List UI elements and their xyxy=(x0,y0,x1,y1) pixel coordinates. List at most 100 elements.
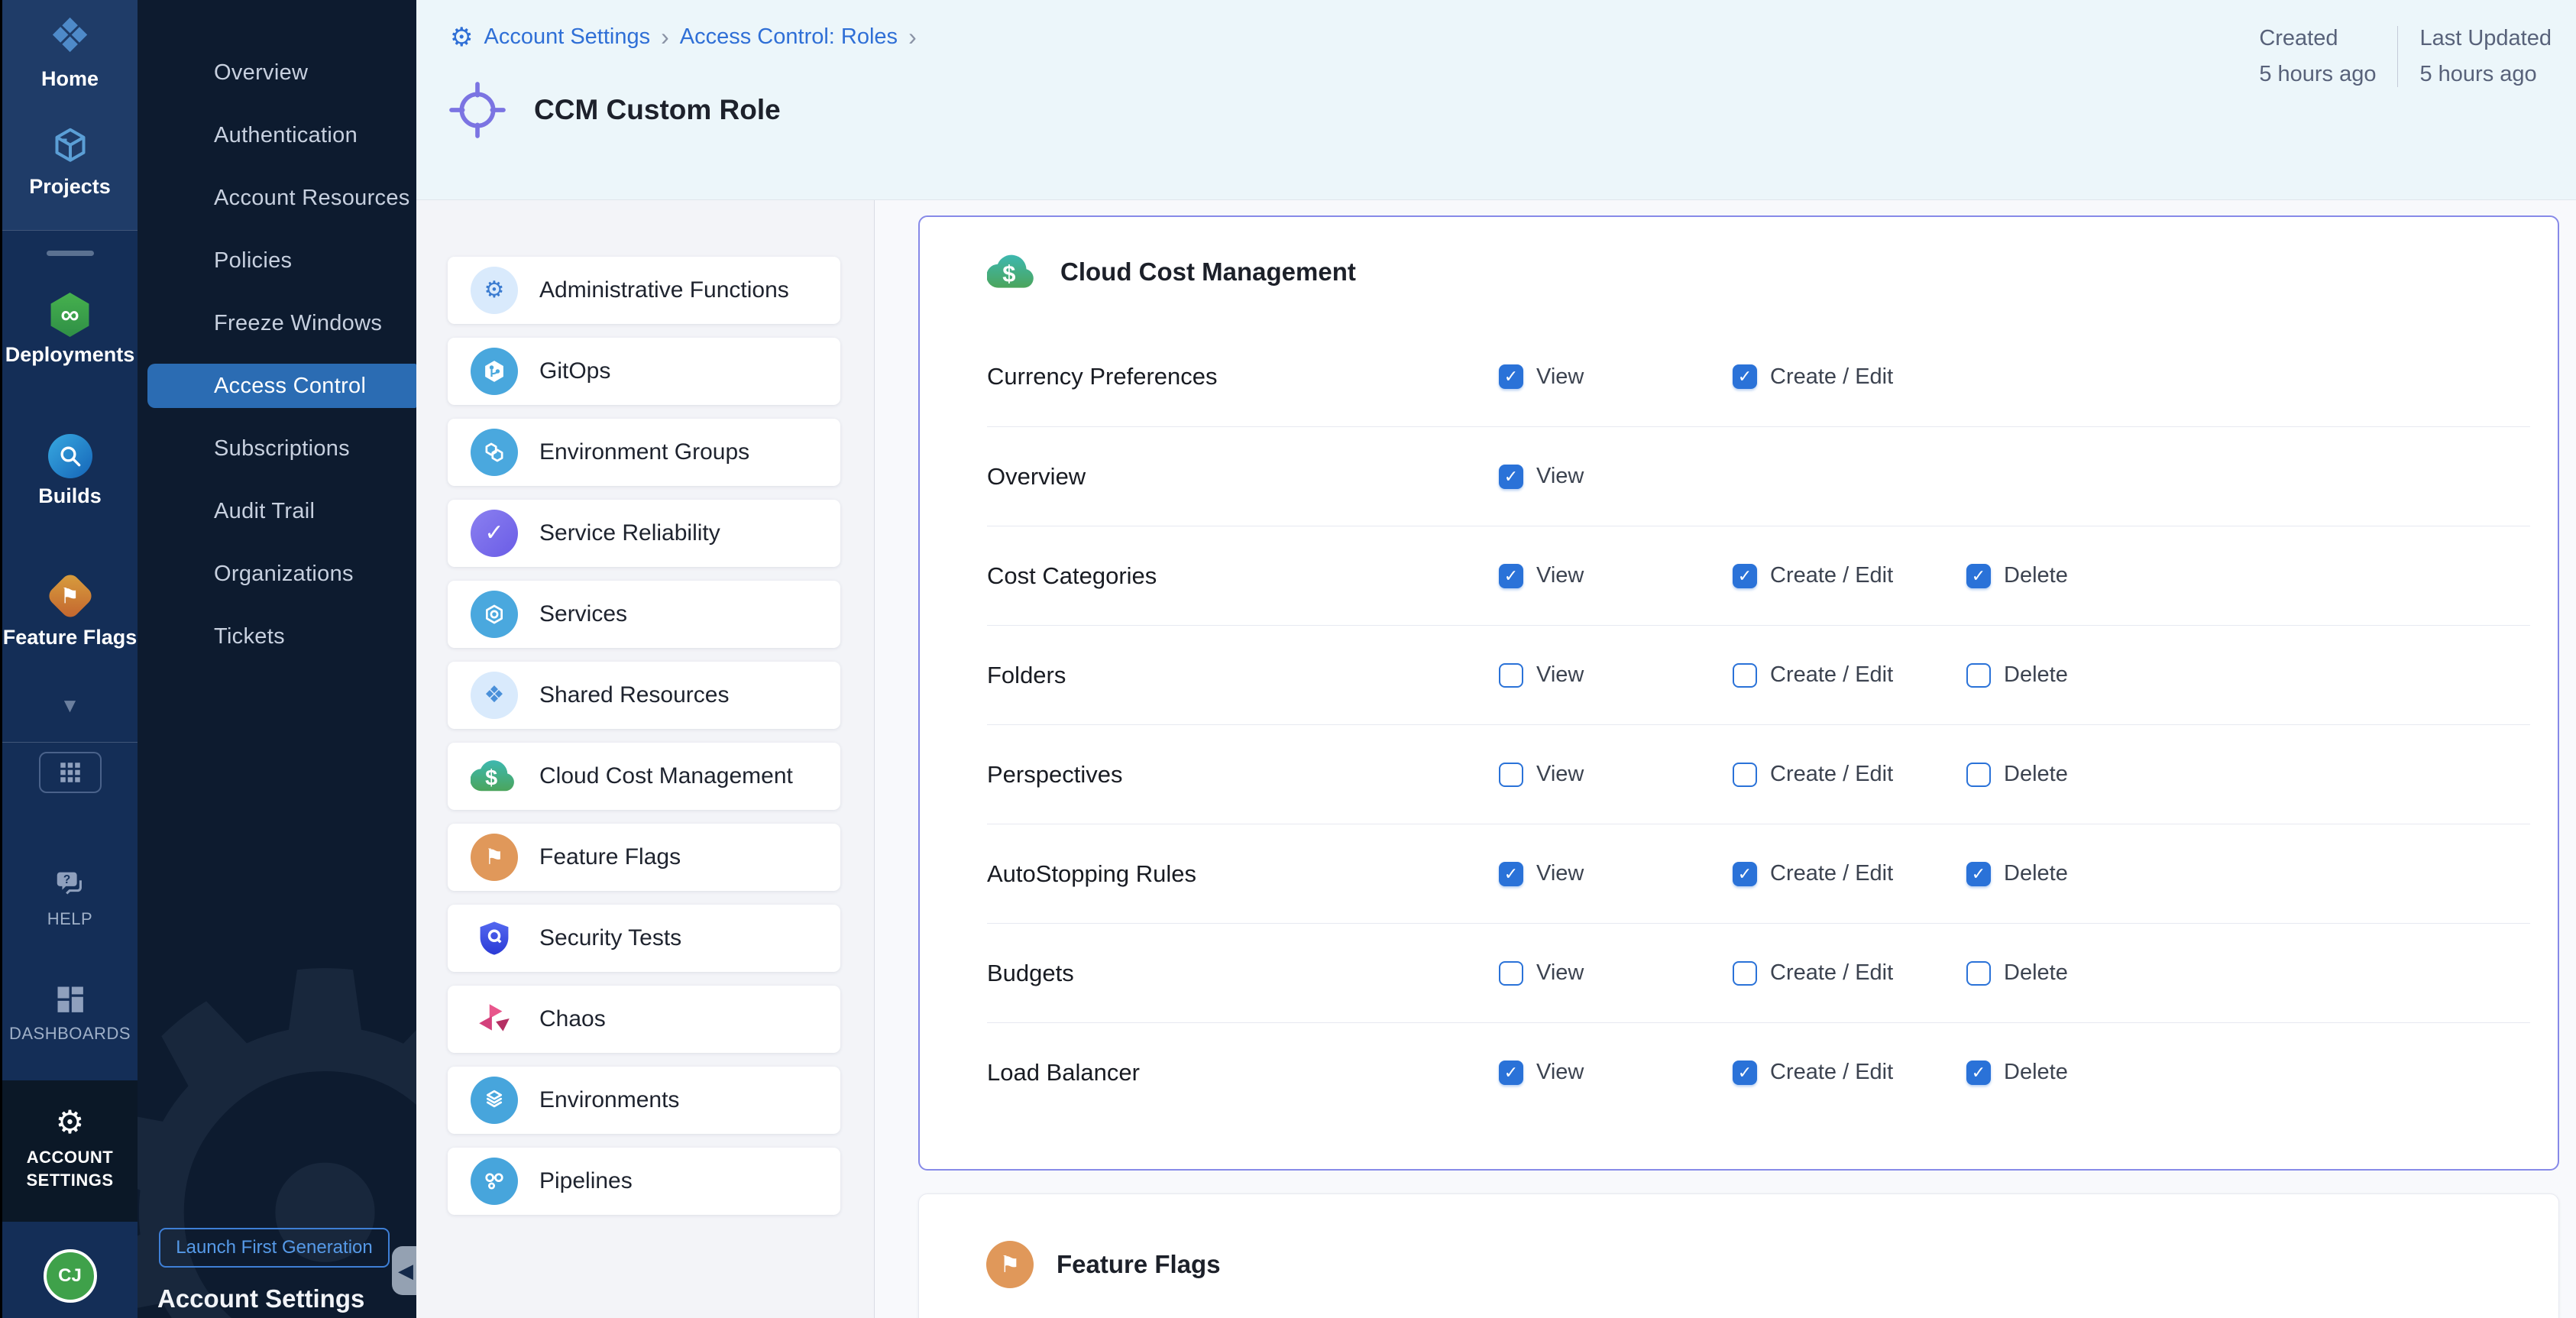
permission-toggle[interactable]: Create / Edit xyxy=(1733,762,1966,787)
rail-item-account-settings[interactable]: ⚙ ACCOUNT SETTINGS xyxy=(2,1080,138,1222)
module-card-shared-resources[interactable]: ❖ Shared Resources xyxy=(448,662,840,729)
module-card-environment-groups[interactable]: Environment Groups xyxy=(448,419,840,486)
permission-toggle[interactable]: View xyxy=(1499,762,1733,787)
checkbox[interactable] xyxy=(1966,663,1991,688)
module-card-environments[interactable]: Environments xyxy=(448,1067,840,1134)
breadcrumb-access-control-roles[interactable]: Access Control: Roles xyxy=(680,24,898,50)
permission-toggle[interactable]: ✓ View xyxy=(1499,563,1733,588)
checkbox[interactable]: ✓ xyxy=(1733,862,1757,886)
rail-item-help[interactable]: ? HELP xyxy=(2,866,138,929)
permission-toggle[interactable]: Delete xyxy=(1966,662,2530,688)
permission-toggle[interactable]: Create / Edit xyxy=(1733,960,1966,986)
breadcrumb: ⚙ Account Settings › Access Control: Rol… xyxy=(450,23,917,51)
subnav-item-access-control[interactable]: Access Control xyxy=(147,364,416,408)
subnav-item-freeze-windows[interactable]: Freeze Windows xyxy=(138,301,416,345)
subnav-item-subscriptions[interactable]: Subscriptions xyxy=(138,426,416,471)
checkbox[interactable]: ✓ xyxy=(1499,364,1523,389)
rail-item-dashboards[interactable]: DASHBOARDS xyxy=(2,983,138,1044)
checkbox[interactable] xyxy=(1499,663,1523,688)
breadcrumb-account-settings[interactable]: Account Settings xyxy=(484,24,650,50)
permission-toggle[interactable]: ✓ View xyxy=(1499,861,1733,886)
module-card-services[interactable]: Services xyxy=(448,581,840,648)
module-card-pipelines[interactable]: Pipelines xyxy=(448,1148,840,1215)
permission-toggle[interactable]: Delete xyxy=(1966,960,2530,986)
checkbox-label: Create / Edit xyxy=(1770,960,1893,986)
module-card-chaos[interactable]: Chaos xyxy=(448,986,840,1053)
rail-item-deployments[interactable]: ∞ Deployments xyxy=(2,293,138,367)
subnav-item-authentication[interactable]: Authentication xyxy=(138,113,416,157)
chevron-down-icon[interactable]: ▼ xyxy=(2,694,138,717)
subnav-item-label: Tickets xyxy=(214,624,285,649)
collapse-sidebar-button[interactable]: ◀ xyxy=(392,1246,416,1295)
permission-toggle[interactable]: ✓ View xyxy=(1499,464,1733,489)
svg-text:$: $ xyxy=(1002,260,1015,287)
permission-toggle[interactable]: ✓ Create / Edit xyxy=(1733,563,1966,588)
module-card-feature-flags[interactable]: ⚑ Feature Flags xyxy=(448,824,840,891)
subnav-item-policies[interactable]: Policies xyxy=(138,238,416,283)
checkbox[interactable] xyxy=(1966,961,1991,986)
checkbox[interactable] xyxy=(1499,763,1523,787)
subnav-item-account-resources[interactable]: Account Resources xyxy=(138,176,416,220)
module-card-service-reliability[interactable]: ✓ Service Reliability xyxy=(448,500,840,567)
module-card-security-shield[interactable]: Security Tests xyxy=(448,905,840,972)
checkbox[interactable]: ✓ xyxy=(1499,564,1523,588)
module-picker-button[interactable] xyxy=(39,752,102,793)
permission-toggle[interactable]: ✓ View xyxy=(1499,1060,1733,1085)
feature-flags-icon: ⚑ xyxy=(471,834,518,881)
permission-toggle[interactable]: ✓ Delete xyxy=(1966,563,2530,588)
checkbox[interactable] xyxy=(1966,763,1991,787)
permission-toggle[interactable]: ✓ Delete xyxy=(1966,1060,2530,1085)
launch-first-generation-button[interactable]: Launch First Generation xyxy=(159,1228,390,1268)
checkbox[interactable] xyxy=(1499,961,1523,986)
checkbox[interactable]: ✓ xyxy=(1733,364,1757,389)
module-card-ccm-cloud[interactable]: $ Cloud Cost Management xyxy=(448,743,840,810)
checkbox[interactable]: ✓ xyxy=(1966,564,1991,588)
checkbox[interactable]: ✓ xyxy=(1499,862,1523,886)
checkbox[interactable]: ✓ xyxy=(1733,564,1757,588)
checkbox[interactable]: ✓ xyxy=(1499,1061,1523,1085)
user-avatar[interactable]: CJ xyxy=(44,1249,97,1303)
permission-row: Perspectives View Create / Edit Delete xyxy=(987,724,2530,824)
permission-toggle[interactable]: Delete xyxy=(1966,762,2530,787)
checkbox[interactable]: ✓ xyxy=(1499,465,1523,489)
role-meta: Created 5 hours ago Last Updated 5 hours… xyxy=(2259,26,2552,87)
permission-cell-view: View xyxy=(1499,762,1733,787)
rail-item-projects[interactable]: Projects xyxy=(2,123,138,199)
checkbox[interactable]: ✓ xyxy=(1966,862,1991,886)
module-card-gitops[interactable]: GitOps xyxy=(448,338,840,405)
permission-toggle[interactable]: ✓ Create / Edit xyxy=(1733,861,1966,886)
checkbox[interactable]: ✓ xyxy=(1966,1061,1991,1085)
checkbox-label: View xyxy=(1536,464,1584,489)
permission-toggle[interactable]: ✓ Delete xyxy=(1966,861,2530,886)
subnav-item-tickets[interactable]: Tickets xyxy=(138,614,416,659)
permission-cell-create-edit: Create / Edit xyxy=(1733,762,1966,787)
checkbox-label: Delete xyxy=(2004,1060,2068,1085)
checkbox[interactable]: ✓ xyxy=(1733,1061,1757,1085)
permission-toggle[interactable]: Create / Edit xyxy=(1733,662,1966,688)
shared-resources-icon: ❖ xyxy=(471,672,518,719)
permission-toggle[interactable]: View xyxy=(1499,662,1733,688)
subnav-item-audit-trail[interactable]: Audit Trail xyxy=(138,489,416,533)
permission-toggle[interactable]: View xyxy=(1499,960,1733,986)
service-reliability-icon: ✓ xyxy=(471,510,518,557)
left-rail: ❖ Home Projects ∞ Deployments xyxy=(0,0,138,1318)
subnav-item-organizations[interactable]: Organizations xyxy=(138,552,416,596)
permission-toggle[interactable]: ✓ Create / Edit xyxy=(1733,364,1966,390)
subnav-item-label: Overview xyxy=(214,60,308,85)
rail-item-builds[interactable]: Builds xyxy=(2,434,138,508)
permission-toggle[interactable]: ✓ Create / Edit xyxy=(1733,1060,1966,1085)
module-card-admin-gear[interactable]: ⚙ Administrative Functions xyxy=(448,257,840,324)
checkbox[interactable] xyxy=(1733,763,1757,787)
module-label: Pipelines xyxy=(539,1168,633,1194)
rail-item-feature-flags[interactable]: ⚑ Feature Flags xyxy=(2,572,138,649)
harness-logo-icon: ❖ xyxy=(49,12,92,61)
permission-cell-view: View xyxy=(1499,960,1733,986)
checkbox-label: Delete xyxy=(2004,762,2068,787)
checkbox-label: View xyxy=(1536,762,1584,787)
checkbox[interactable] xyxy=(1733,961,1757,986)
permission-toggle[interactable]: ✓ View xyxy=(1499,364,1733,390)
subnav-item-overview[interactable]: Overview xyxy=(138,50,416,95)
rail-item-home[interactable]: ❖ Home xyxy=(2,12,138,91)
permission-name: Perspectives xyxy=(987,761,1499,789)
checkbox[interactable] xyxy=(1733,663,1757,688)
